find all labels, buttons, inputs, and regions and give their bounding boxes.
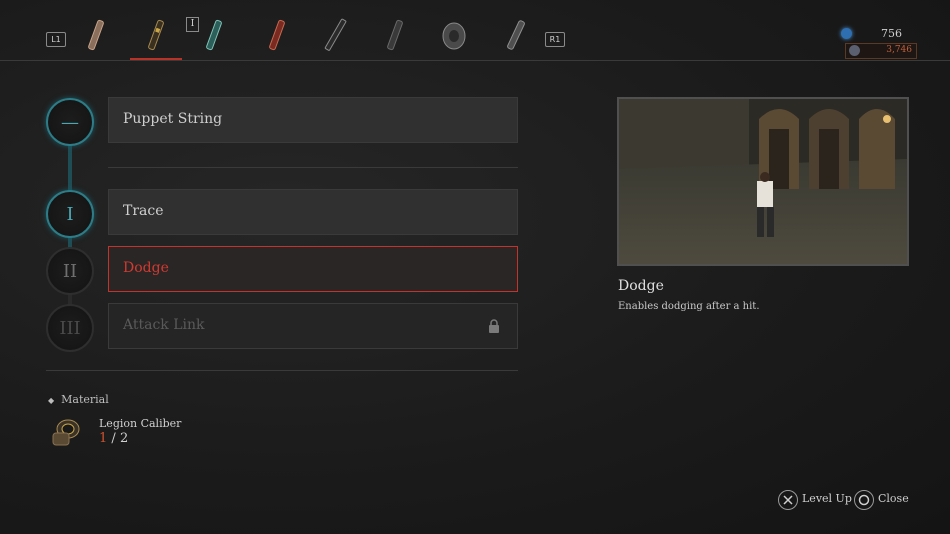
material-separator: / <box>111 431 116 446</box>
skill-puppet-string[interactable]: Puppet String <box>108 97 518 143</box>
tab-handle-3[interactable] <box>200 14 228 56</box>
tab-handle-5[interactable] <box>322 14 350 56</box>
skill-preview-image <box>617 97 909 266</box>
divider <box>108 167 518 168</box>
node-tier-2-label: II <box>62 260 78 282</box>
detail-title: Dodge <box>618 278 664 294</box>
rifle-handle-icon <box>324 18 347 51</box>
teal-handle-icon <box>206 19 222 51</box>
node-base: — <box>46 98 94 146</box>
diamond-bullet-icon: ◆ <box>48 396 55 405</box>
skill-connector <box>68 142 72 192</box>
material-header-label: Material <box>61 393 109 406</box>
tab-puppet-string[interactable] <box>142 14 170 56</box>
tab-handle-1[interactable] <box>82 14 110 56</box>
tab-handle-4[interactable] <box>263 14 291 56</box>
node-base-label: — <box>61 111 79 133</box>
material-header: ◆ Material <box>48 393 109 406</box>
skill-label: Dodge <box>123 260 169 276</box>
round-handle-icon <box>442 22 466 50</box>
red-handle-icon <box>269 19 285 51</box>
skill-label: Puppet String <box>123 111 223 127</box>
material-have: 1 <box>99 431 108 446</box>
tab-handle-6[interactable] <box>381 14 409 56</box>
selected-tab-indicator <box>130 58 182 60</box>
skill-dodge[interactable]: Dodge <box>108 246 518 292</box>
circle-button-icon <box>854 490 874 510</box>
lock-icon <box>489 319 499 333</box>
node-tier-3: III <box>46 304 94 352</box>
material-count: 1 / 2 <box>99 431 128 446</box>
puppet-string-handle-icon <box>148 19 164 51</box>
currency-secondary: 3,746 <box>886 45 912 55</box>
material-need: 2 <box>119 431 129 446</box>
divider <box>46 370 518 371</box>
level-up-prompt[interactable]: Level Up <box>802 492 852 505</box>
node-tier-1-label: I <box>66 203 74 225</box>
material-name: Legion Caliber <box>99 417 182 430</box>
node-tier-2: II <box>46 247 94 295</box>
r1-button[interactable]: R1 <box>545 32 565 47</box>
node-tier-1: I <box>46 190 94 238</box>
legion-caliber-icon <box>52 419 80 446</box>
l1-button[interactable]: L1 <box>46 32 66 47</box>
cross-button-icon <box>778 490 798 510</box>
tab-handle-8[interactable] <box>502 14 530 56</box>
skill-trace[interactable]: Trace <box>108 189 518 235</box>
preview-scene <box>619 99 907 264</box>
tab-handle-7[interactable] <box>440 14 468 56</box>
detail-description: Enables dodging after a hit. <box>618 301 760 312</box>
dark-handle-icon <box>387 19 403 51</box>
skill-attack-link[interactable]: Attack Link <box>108 303 518 349</box>
equipped-badge: I <box>186 17 199 32</box>
skill-label: Attack Link <box>123 317 205 333</box>
handle-icon <box>88 19 104 51</box>
close-prompt[interactable]: Close <box>878 492 909 505</box>
node-tier-3-label: III <box>59 317 81 339</box>
currency-primary: 756 <box>881 27 902 40</box>
grey-handle-icon <box>507 20 525 50</box>
skill-label: Trace <box>123 203 164 219</box>
